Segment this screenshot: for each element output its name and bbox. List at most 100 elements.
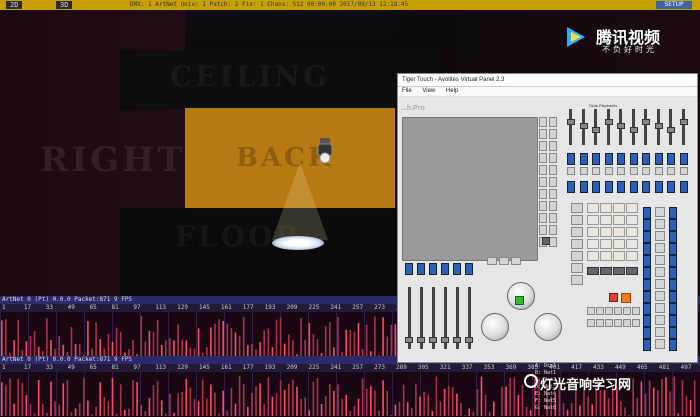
keypad-button[interactable] xyxy=(613,203,625,213)
playback-flash-button[interactable] xyxy=(567,181,575,193)
side-menu-button[interactable] xyxy=(571,203,583,213)
right-blue-button[interactable] xyxy=(669,291,677,303)
playback-select-button[interactable] xyxy=(654,167,663,175)
playback-fader[interactable] xyxy=(465,337,473,343)
keypad-button[interactable] xyxy=(600,227,612,237)
fader-swop-button[interactable] xyxy=(453,263,461,275)
button-row[interactable] xyxy=(499,257,509,265)
playback-fader[interactable] xyxy=(405,337,413,343)
tab-3d[interactable]: 3D xyxy=(56,1,73,9)
bottom-button[interactable] xyxy=(596,307,604,315)
attribute-wheel-b[interactable] xyxy=(481,313,509,341)
playback-fader[interactable] xyxy=(604,119,613,125)
playback-fader[interactable] xyxy=(429,337,437,343)
keypad-button[interactable] xyxy=(626,215,638,225)
right-grey-button[interactable] xyxy=(655,339,665,349)
keypad-button[interactable] xyxy=(587,239,599,249)
macro-button[interactable] xyxy=(549,129,557,139)
macro-button[interactable] xyxy=(549,237,557,247)
playback-select-button[interactable] xyxy=(592,167,600,175)
bottom-button[interactable] xyxy=(605,307,613,315)
setup-button[interactable]: SETUP xyxy=(656,1,692,9)
button-row[interactable] xyxy=(487,257,497,265)
macro-button[interactable] xyxy=(539,141,547,151)
keypad-button[interactable] xyxy=(613,251,625,261)
bottom-button[interactable] xyxy=(596,319,604,327)
menu-view[interactable]: View xyxy=(422,88,435,94)
playback-flash-button[interactable] xyxy=(654,181,663,193)
macro-button[interactable] xyxy=(539,117,547,127)
bottom-button[interactable] xyxy=(587,319,595,327)
keypad-button[interactable] xyxy=(626,203,638,213)
side-menu-button[interactable] xyxy=(571,263,583,273)
right-blue-button[interactable] xyxy=(669,279,677,291)
playback-flash-button[interactable] xyxy=(592,181,600,193)
playback-select-button[interactable] xyxy=(679,167,688,175)
playback-flash-button[interactable] xyxy=(667,181,675,193)
macro-button[interactable] xyxy=(549,153,557,163)
right-blue-button[interactable] xyxy=(669,231,677,243)
bottom-button[interactable] xyxy=(614,307,622,315)
right-blue-button[interactable] xyxy=(669,243,677,255)
keypad-button[interactable] xyxy=(613,215,625,225)
menu-file[interactable]: File xyxy=(402,88,412,94)
macro-button[interactable] xyxy=(539,213,547,223)
playback-fader[interactable] xyxy=(579,123,588,129)
right-grey-button[interactable] xyxy=(655,303,665,313)
keypad-button[interactable] xyxy=(626,239,638,249)
keypad-button[interactable] xyxy=(587,251,599,261)
keypad-action-button[interactable] xyxy=(626,267,638,275)
playback-swop-button[interactable] xyxy=(604,153,613,165)
right-blue-button[interactable] xyxy=(669,303,677,315)
right-grey-button[interactable] xyxy=(655,255,665,265)
keypad-button[interactable] xyxy=(600,251,612,261)
keypad-action-button[interactable] xyxy=(600,267,612,275)
right-blue-button[interactable] xyxy=(643,231,651,243)
fader-swop-button[interactable] xyxy=(465,263,473,275)
macro-button[interactable] xyxy=(549,117,557,127)
right-blue-button[interactable] xyxy=(669,207,677,219)
tab-2d[interactable]: 2D xyxy=(6,1,23,9)
fader-swop-button[interactable] xyxy=(417,263,425,275)
right-blue-button[interactable] xyxy=(643,339,651,351)
playback-flash-button[interactable] xyxy=(604,181,613,193)
playback-swop-button[interactable] xyxy=(629,153,638,165)
playback-select-button[interactable] xyxy=(617,167,625,175)
right-blue-button[interactable] xyxy=(669,267,677,279)
playback-select-button[interactable] xyxy=(629,167,638,175)
playback-swop-button[interactable] xyxy=(617,153,625,165)
playback-flash-button[interactable] xyxy=(617,181,625,193)
playback-swop-button[interactable] xyxy=(592,153,600,165)
keypad-button[interactable] xyxy=(600,203,612,213)
right-grey-button[interactable] xyxy=(655,291,665,301)
attribute-wheel-c[interactable] xyxy=(534,313,562,341)
keypad-button[interactable] xyxy=(587,203,599,213)
playback-swop-button[interactable] xyxy=(642,153,650,165)
macro-button[interactable] xyxy=(549,201,557,211)
right-blue-button[interactable] xyxy=(643,207,651,219)
right-grey-button[interactable] xyxy=(655,243,665,253)
playback-flash-button[interactable] xyxy=(679,181,688,193)
touch-screen[interactable] xyxy=(402,117,538,261)
playback-select-button[interactable] xyxy=(579,167,588,175)
playback-swop-button[interactable] xyxy=(579,153,588,165)
macro-button[interactable] xyxy=(539,129,547,139)
button-row[interactable] xyxy=(511,257,521,265)
right-blue-button[interactable] xyxy=(643,243,651,255)
right-blue-button[interactable] xyxy=(643,255,651,267)
playback-fader[interactable] xyxy=(417,337,425,343)
bottom-button[interactable] xyxy=(632,319,640,327)
playback-fader[interactable] xyxy=(453,337,461,343)
macro-button[interactable] xyxy=(539,177,547,187)
menu-help[interactable]: Help xyxy=(446,88,458,94)
virtual-panel-window[interactable]: Tiger Touch - Avolites Virtual Panel 2.3… xyxy=(397,73,698,363)
playback-swop-button[interactable] xyxy=(667,153,675,165)
playback-fader[interactable] xyxy=(667,127,675,133)
macro-button[interactable] xyxy=(539,153,547,163)
playback-flash-button[interactable] xyxy=(642,181,650,193)
macro-button[interactable] xyxy=(549,141,557,151)
keypad-button[interactable] xyxy=(587,215,599,225)
playback-fader[interactable] xyxy=(592,127,600,133)
keypad-button[interactable] xyxy=(613,227,625,237)
keypad-button[interactable] xyxy=(600,239,612,249)
